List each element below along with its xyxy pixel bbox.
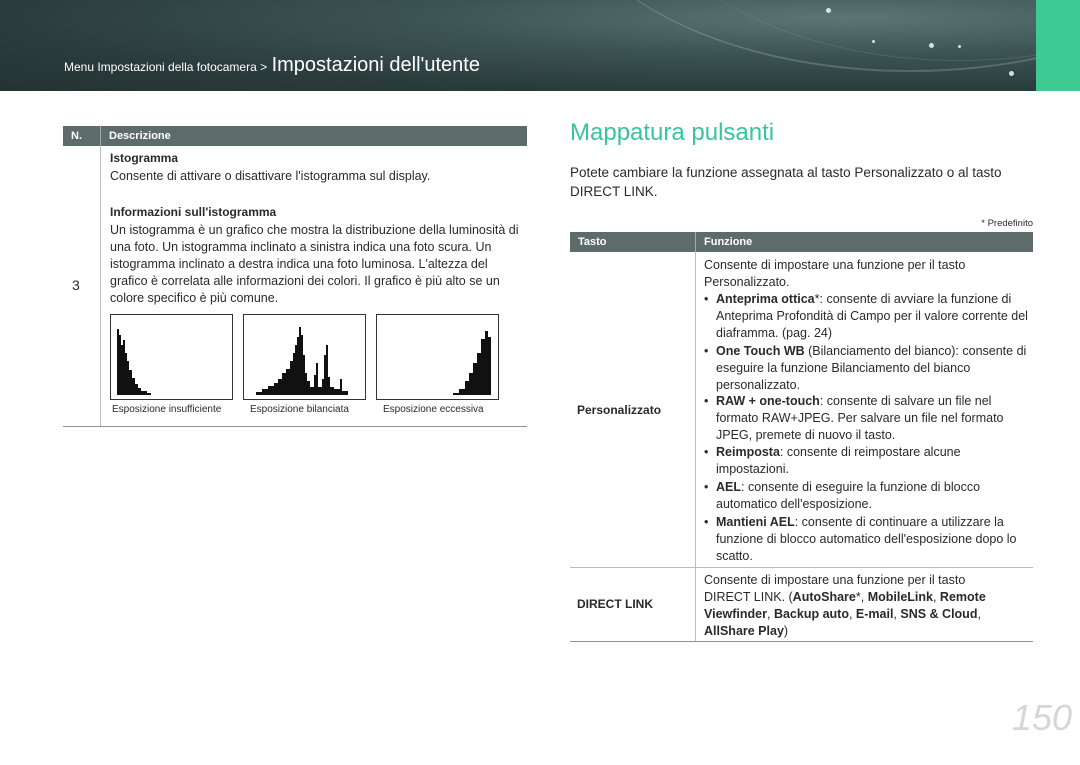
caption-balanced: Esposizione bilanciata <box>250 404 349 415</box>
section-intro: Potete cambiare la funzione assegnata al… <box>570 165 1002 199</box>
list-item: • One Touch WB (Bilanciamento del bianco)… <box>704 344 1027 392</box>
column-header-description: Descrizione <box>109 130 171 142</box>
column-divider <box>100 146 101 426</box>
list-item: • Anteprima ottica*: consente di avviare … <box>704 292 1028 340</box>
list-item: • Mantieni AEL: consente di continuare a … <box>704 515 1017 563</box>
histogram-balanced <box>243 314 366 400</box>
sparkle-icon <box>958 45 961 48</box>
histogram-info-heading: Informazioni sull'istogramma <box>110 205 277 219</box>
histogram-info-text: Un istogramma è un grafico che mostra la… <box>110 223 519 305</box>
key-direct-link: DIRECT LINK <box>577 597 653 611</box>
list-item: • Reimposta: consente di reimpostare alcu… <box>704 445 961 476</box>
left-table-header: N. Descrizione <box>63 126 527 146</box>
caption-overexposed: Esposizione eccessiva <box>383 404 484 415</box>
row-number: 3 <box>72 277 80 293</box>
histogram-heading: Istogramma <box>110 151 179 165</box>
column-divider <box>695 252 696 642</box>
header-banner: Menu Impostazioni della fotocamera > Imp… <box>0 0 1080 91</box>
sparkle-icon <box>1009 71 1014 76</box>
table-bottom-rule <box>63 426 527 427</box>
key-personalizzato: Personalizzato <box>577 403 662 417</box>
sparkle-icon <box>872 40 875 43</box>
table-bottom-rule <box>570 641 1033 642</box>
sparkle-icon <box>929 43 934 48</box>
page-number: 150 <box>1011 697 1072 738</box>
row-divider <box>570 567 1033 568</box>
section-tab <box>1036 0 1080 91</box>
list-item: • AEL: consente di eseguire la funzione d… <box>704 480 981 511</box>
list-item: • RAW + one-touch: consente di salvare un… <box>704 394 1004 442</box>
direct-link-description: Consente di impostare una funzione per i… <box>704 573 986 638</box>
column-header-key: Tasto <box>578 236 607 248</box>
column-header-function: Funzione <box>704 236 753 248</box>
default-note: * Predefinito <box>981 218 1033 229</box>
breadcrumb-current: Impostazioni dell'utente <box>271 54 480 76</box>
histogram-description: Consente di attivare o disattivare l'ist… <box>110 169 431 183</box>
caption-underexposed: Esposizione insufficiente <box>112 404 222 415</box>
personalizzato-intro: Consente di impostare una funzione per i… <box>704 258 966 289</box>
breadcrumb-parent: Menu Impostazioni della fotocamera > <box>64 60 268 74</box>
sparkle-icon <box>826 8 831 13</box>
section-title: Mappatura pulsanti <box>570 119 775 146</box>
column-header-number: N. <box>71 130 82 142</box>
histogram-overexposed <box>376 314 499 400</box>
histogram-underexposed <box>110 314 233 400</box>
breadcrumb: Menu Impostazioni della fotocamera > Imp… <box>64 54 480 77</box>
right-table-header: Tasto Funzione <box>570 232 1033 252</box>
